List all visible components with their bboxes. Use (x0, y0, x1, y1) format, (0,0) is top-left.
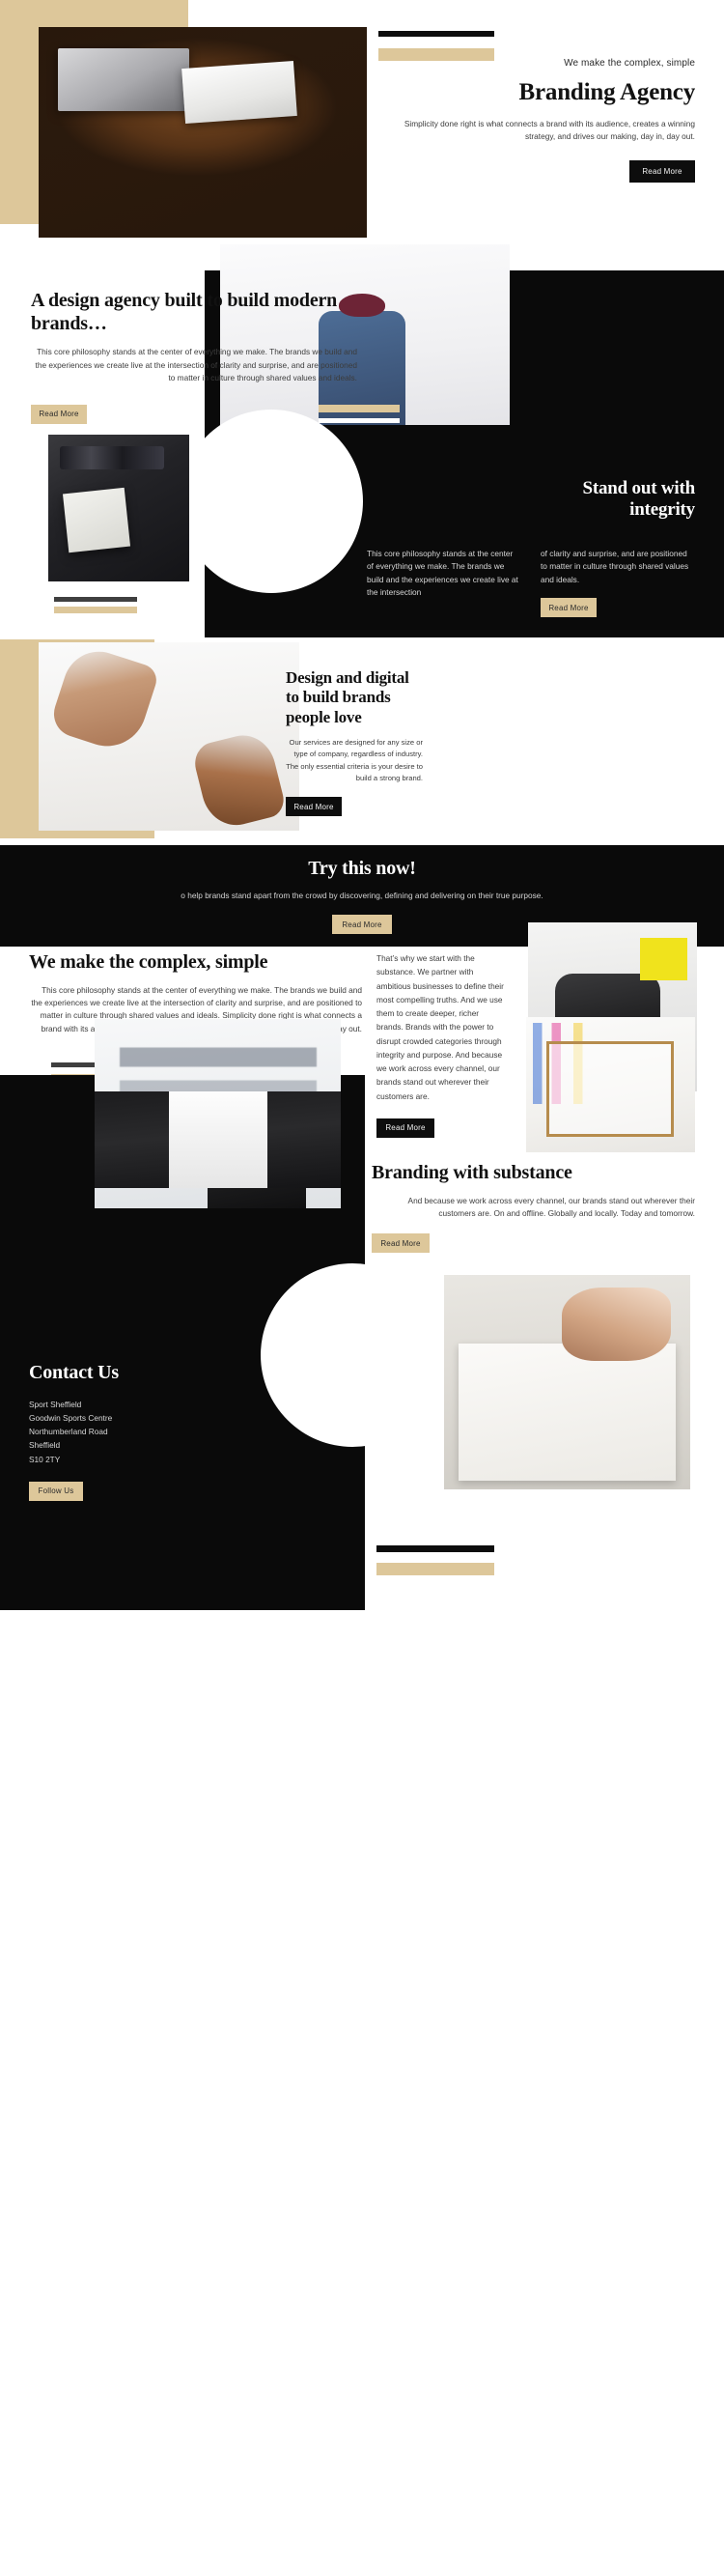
sketch-bar-gray (54, 597, 137, 602)
page-title: Branding Agency (518, 79, 696, 105)
complex-simple-title: We make the complex, simple (29, 951, 268, 973)
footer-bar-tan (376, 1563, 494, 1575)
integrity-title-line1: Stand out with (582, 478, 695, 498)
design-agency-bar-white (319, 418, 400, 423)
design-digital-read-more-button[interactable]: Read More (286, 797, 342, 817)
contact-title: Contact Us (29, 1362, 119, 1383)
integrity-column-left: This core philosophy stands at the cente… (367, 549, 518, 598)
try-now-title: Try this now! (308, 858, 416, 879)
design-digital-image (39, 642, 299, 831)
contact-circle-decoration (261, 1263, 444, 1447)
complex-simple-side-paragraph: That’s why we start with the substance. … (376, 953, 504, 1101)
try-now-paragraph: o help brands stand apart from the crowd… (181, 890, 543, 900)
integrity-columns: This core philosophy stands at the cente… (367, 548, 695, 618)
contact-address-line: Northumberland Road (29, 1427, 108, 1437)
contact-address-line: Sport Sheffield (29, 1399, 82, 1409)
try-now-text-block: Try this now! o help brands stand apart … (145, 858, 579, 935)
integrity-title-line2: integrity (629, 499, 695, 521)
contact-address-line: Goodwin Sports Centre (29, 1412, 113, 1423)
branding-substance-title: Branding with substance (372, 1162, 572, 1183)
integrity-title: Stand out with integrity (367, 478, 695, 522)
design-agency-paragraph: This core philosophy stands at the cente… (35, 347, 357, 383)
contact-text-block: Contact Us Sport Sheffield Goodwin Sport… (29, 1362, 270, 1501)
contact-address: Sport Sheffield Goodwin Sports Centre No… (29, 1398, 270, 1466)
hero-image (39, 27, 367, 238)
integrity-read-more-button[interactable]: Read More (541, 598, 597, 618)
complex-simple-read-more-button[interactable]: Read More (376, 1118, 434, 1138)
design-agency-sketch-image (48, 435, 189, 581)
design-agency-title: A design agency built to build modern br… (31, 290, 338, 334)
landing-page: We make the complex, simple Branding Age… (0, 0, 724, 2576)
integrity-circle-decoration (180, 410, 363, 593)
contact-address-line: S10 2TY (29, 1454, 61, 1464)
design-agency-bar-tan (319, 405, 400, 412)
branding-substance-image (526, 1017, 695, 1152)
design-digital-title: Design and digital to build brands peopl… (286, 668, 409, 726)
follow-us-button[interactable]: Follow Us (29, 1481, 83, 1501)
integrity-text-block: Stand out with integrity (367, 478, 695, 522)
substance-suit-image (95, 1091, 341, 1188)
hero-paragraph: Simplicity done right is what connects a… (404, 118, 695, 141)
branding-substance-read-more-button[interactable]: Read More (372, 1233, 430, 1254)
hero-read-more-button[interactable]: Read More (629, 160, 695, 184)
try-now-read-more-button[interactable]: Read More (332, 915, 392, 935)
footer-bar-dark (376, 1545, 494, 1552)
design-agency-text-block: A design agency built to build modern br… (31, 290, 357, 424)
design-digital-paragraph: Our services are designed for any size o… (286, 738, 423, 783)
design-digital-text-block: Design and digital to build brands peopl… (286, 668, 423, 817)
hero-text-block: We make the complex, simple Branding Age… (384, 58, 696, 184)
branding-substance-text-block: Branding with substance And because we w… (372, 1162, 695, 1254)
contact-address-line: Sheffield (29, 1440, 61, 1451)
complex-simple-side-block: That’s why we start with the substance. … (376, 951, 504, 1138)
design-agency-read-more-button[interactable]: Read More (31, 404, 87, 424)
integrity-column-right: of clarity and surprise, and are positio… (541, 549, 689, 584)
contact-image (444, 1275, 690, 1489)
hero-bar-dark (378, 31, 494, 37)
sketch-bar-tan (54, 607, 137, 613)
hero-eyebrow: We make the complex, simple (564, 58, 695, 69)
branding-substance-paragraph: And because we work across every channel… (407, 1195, 695, 1219)
